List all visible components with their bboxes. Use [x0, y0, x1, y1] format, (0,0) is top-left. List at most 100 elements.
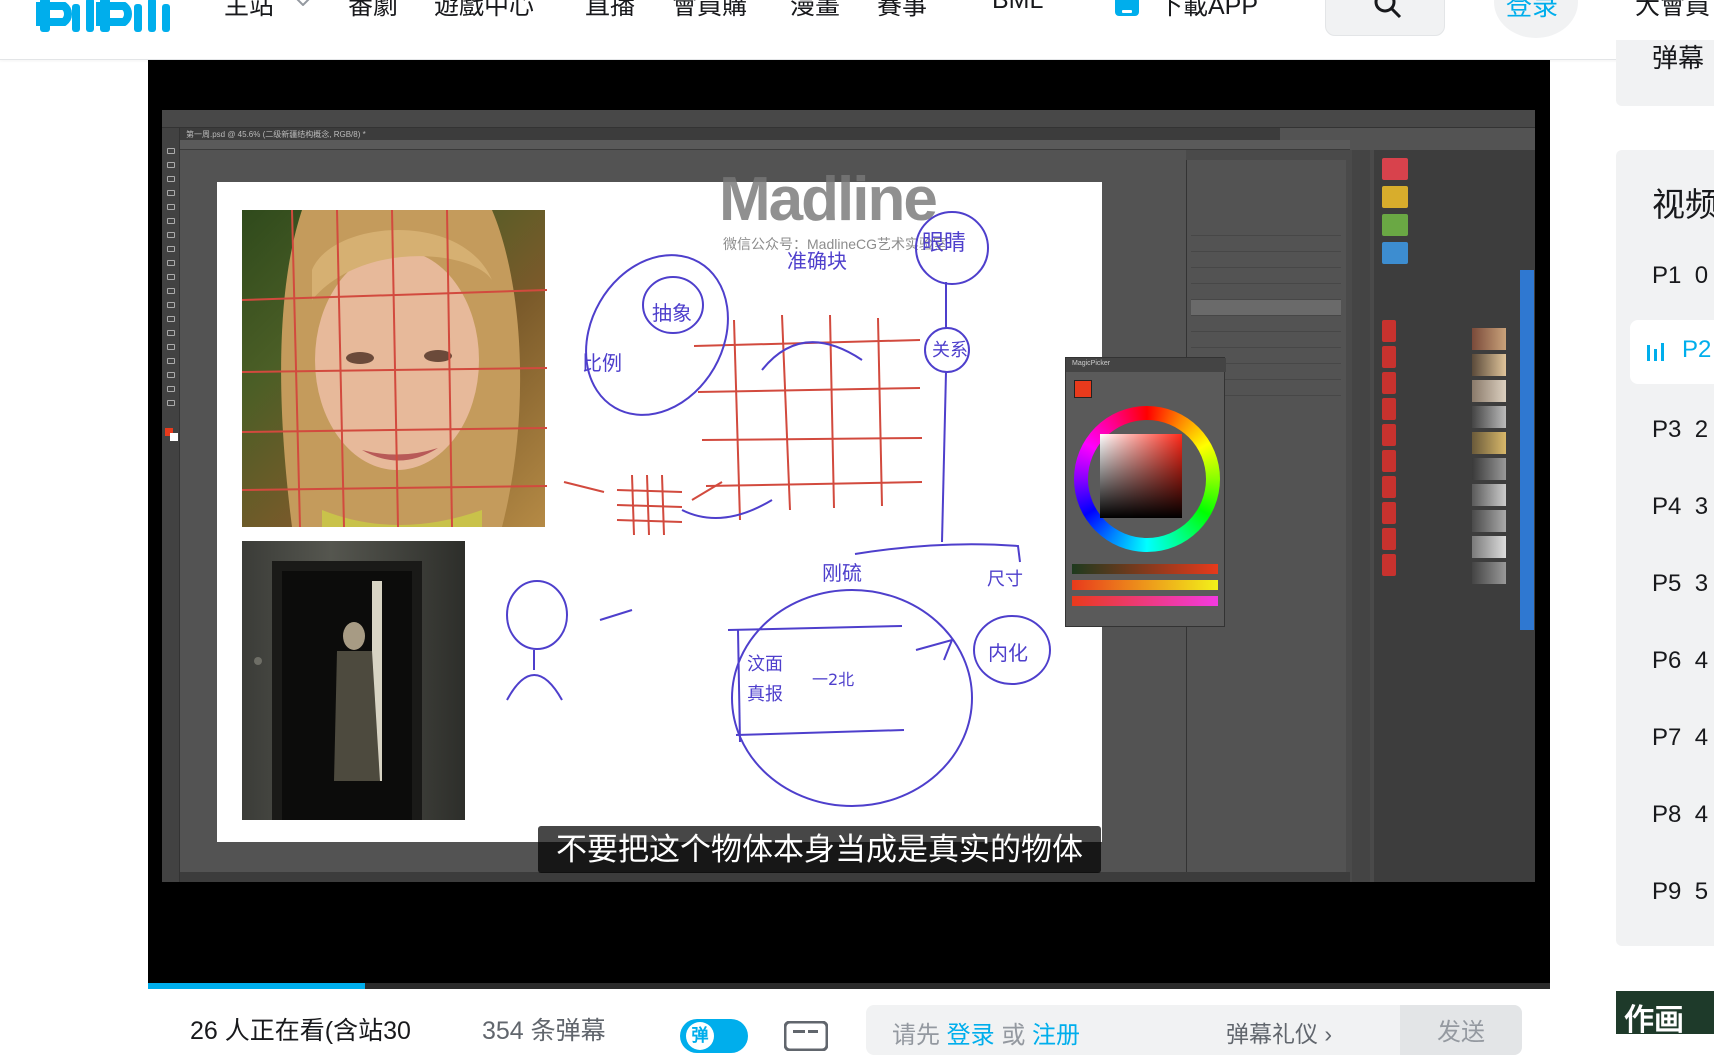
search-icon — [1374, 0, 1402, 19]
sketch-label-abstract: 抽象 — [652, 301, 692, 325]
sketch-label-real: 真报 — [747, 684, 783, 705]
sketch-label-batch: 一2北 — [812, 670, 854, 689]
ps-brush-panel — [1374, 150, 1535, 882]
layer-row — [1191, 268, 1341, 284]
swatch — [1382, 476, 1396, 498]
danmu-login-link[interactable]: 登录 — [947, 1022, 995, 1049]
episode-item[interactable]: P5 3 — [1652, 570, 1708, 598]
danmu-toggle[interactable]: 弹 — [680, 1019, 748, 1053]
danmu-login-hint: 请先 登录 或 注册 — [892, 1015, 1080, 1050]
scroll-strip — [1520, 270, 1534, 630]
swatch — [1382, 554, 1396, 576]
swatch — [1382, 372, 1396, 394]
thumbnail-title: 作画 — [1624, 1004, 1684, 1034]
swatch — [1382, 320, 1396, 342]
brush-preview — [1472, 380, 1506, 402]
nav-download-app[interactable]: 下載APP — [1158, 0, 1258, 22]
nav-anime[interactable]: 番劇 — [348, 0, 398, 22]
swatch — [1382, 346, 1396, 368]
brush-preview — [1472, 328, 1506, 350]
foreground-color-chip — [1074, 380, 1092, 398]
sketch-label-block: 准确块 — [787, 249, 847, 273]
nav-mall[interactable]: 會員購 — [672, 0, 747, 22]
danmu-count: 354 条弹幕 — [482, 1017, 606, 1045]
danmu-etiquette-link[interactable]: 弹幕礼仪 › — [1226, 1015, 1332, 1049]
episode-item[interactable]: P6 4 — [1652, 647, 1708, 675]
swatch — [1382, 528, 1396, 550]
slider-bar — [1072, 580, 1218, 590]
episode-item[interactable]: P8 4 — [1652, 801, 1708, 829]
player-sending-bar: 26 人正在看(含站30 354 条弹幕 弹 请先 登录 或 注册 弹幕礼仪 ›… — [148, 989, 1550, 1055]
playing-bars-icon — [1647, 343, 1664, 361]
sketch-label-size: 尺寸 — [987, 569, 1023, 590]
danmu-toggle-label: 弹 — [686, 1022, 714, 1050]
nav-game-center[interactable]: 遊戲中心 — [434, 0, 534, 22]
danmu-settings-icon[interactable] — [784, 1021, 828, 1051]
magic-picker-title: MagicPicker — [1072, 360, 1111, 367]
episode-item[interactable]: P9 5 — [1652, 878, 1708, 906]
episode-item[interactable]: P4 3 — [1652, 493, 1708, 521]
sidebar-top-text: 弹幕 — [1652, 43, 1705, 73]
sketch-label-internalize: 内化 — [988, 641, 1028, 665]
episode-item[interactable]: P1 0 — [1652, 262, 1708, 290]
nav-manga[interactable]: 漫畫 — [790, 0, 840, 22]
swatch — [1382, 186, 1408, 208]
brush-preview — [1472, 536, 1506, 558]
nav-live[interactable]: 直播 — [585, 0, 635, 22]
top-navigation-bar: 主站 番劇 遊戲中心 直播 會員購 漫畫 賽事 BML 下載APP 登录 大會員 — [0, 0, 1714, 60]
login-hint-prefix: 请先 — [892, 1022, 940, 1049]
phone-icon[interactable] — [1113, 0, 1141, 18]
episode-item-active[interactable]: P2 — [1682, 336, 1711, 364]
brush-preview — [1472, 406, 1506, 428]
danmu-register-link[interactable]: 注册 — [1032, 1022, 1080, 1049]
episode-list-title: 视频 — [1652, 186, 1714, 223]
chevron-down-icon[interactable] — [296, 0, 310, 6]
layer-row — [1191, 332, 1341, 348]
nav-esports[interactable]: 賽事 — [877, 0, 927, 22]
saturation-square — [1100, 434, 1182, 518]
login-hint-or: 或 — [1001, 1022, 1026, 1049]
swatch — [1382, 214, 1408, 236]
swatch — [1382, 398, 1396, 420]
bilibili-logo[interactable] — [36, 0, 191, 38]
episode-item[interactable]: P3 2 — [1652, 416, 1708, 444]
danmu-send-button[interactable]: 发送 — [1400, 1005, 1522, 1055]
layer-row-selected — [1191, 300, 1341, 316]
layer-row — [1191, 284, 1341, 300]
brush-preview — [1472, 562, 1506, 584]
video-subtitle: 不要把这个物体本身当成是真实的物体 — [538, 826, 1101, 873]
layer-row — [1191, 316, 1341, 332]
episode-item[interactable]: P7 4 — [1652, 724, 1708, 752]
login-link[interactable]: 登录 — [1506, 0, 1558, 23]
recommended-video-thumbnail[interactable]: 作画 — [1616, 991, 1714, 1034]
nav-main-site[interactable]: 主站 — [224, 0, 274, 22]
ps-status-bar — [180, 872, 1350, 882]
sketch-label-ratio: 比例 — [582, 351, 622, 375]
sketch-label-rigid: 刚硫 — [822, 561, 862, 585]
brush-preview — [1472, 432, 1506, 454]
brush-preview — [1472, 484, 1506, 506]
layer-row — [1191, 252, 1341, 268]
slider-bar — [1072, 596, 1218, 606]
slider-bar — [1072, 564, 1218, 574]
magic-picker-panel: MagicPicker — [1065, 357, 1226, 627]
video-frame[interactable]: 第一周.psd @ 45.6% (二级新疆结构概念, RGB/8) * Madl… — [162, 110, 1535, 882]
nav-vip[interactable]: 大會員 — [1635, 0, 1710, 22]
swatch — [1382, 242, 1408, 264]
brush-preview — [1472, 354, 1506, 376]
sketch-label-relation: 关系 — [932, 340, 968, 361]
search-button[interactable] — [1325, 0, 1445, 36]
sketch-label-surface: 汶面 — [747, 654, 783, 675]
ps-panel-strip — [1352, 150, 1370, 882]
nav-bml[interactable]: BML — [992, 0, 1043, 15]
layer-row — [1191, 236, 1341, 252]
danmu-input[interactable]: 请先 登录 或 注册 弹幕礼仪 › 发送 — [866, 1005, 1522, 1055]
layer-row — [1191, 220, 1341, 236]
swatch — [1382, 502, 1396, 524]
brush-preview — [1472, 510, 1506, 532]
swatch — [1382, 450, 1396, 472]
episode-list: 视频 P1 0 P2 P3 2 P4 3 P5 3 P6 4 P7 4 P8 4… — [1616, 150, 1714, 946]
swatch — [1382, 424, 1396, 446]
swatch — [1382, 158, 1408, 180]
brush-preview — [1472, 458, 1506, 480]
